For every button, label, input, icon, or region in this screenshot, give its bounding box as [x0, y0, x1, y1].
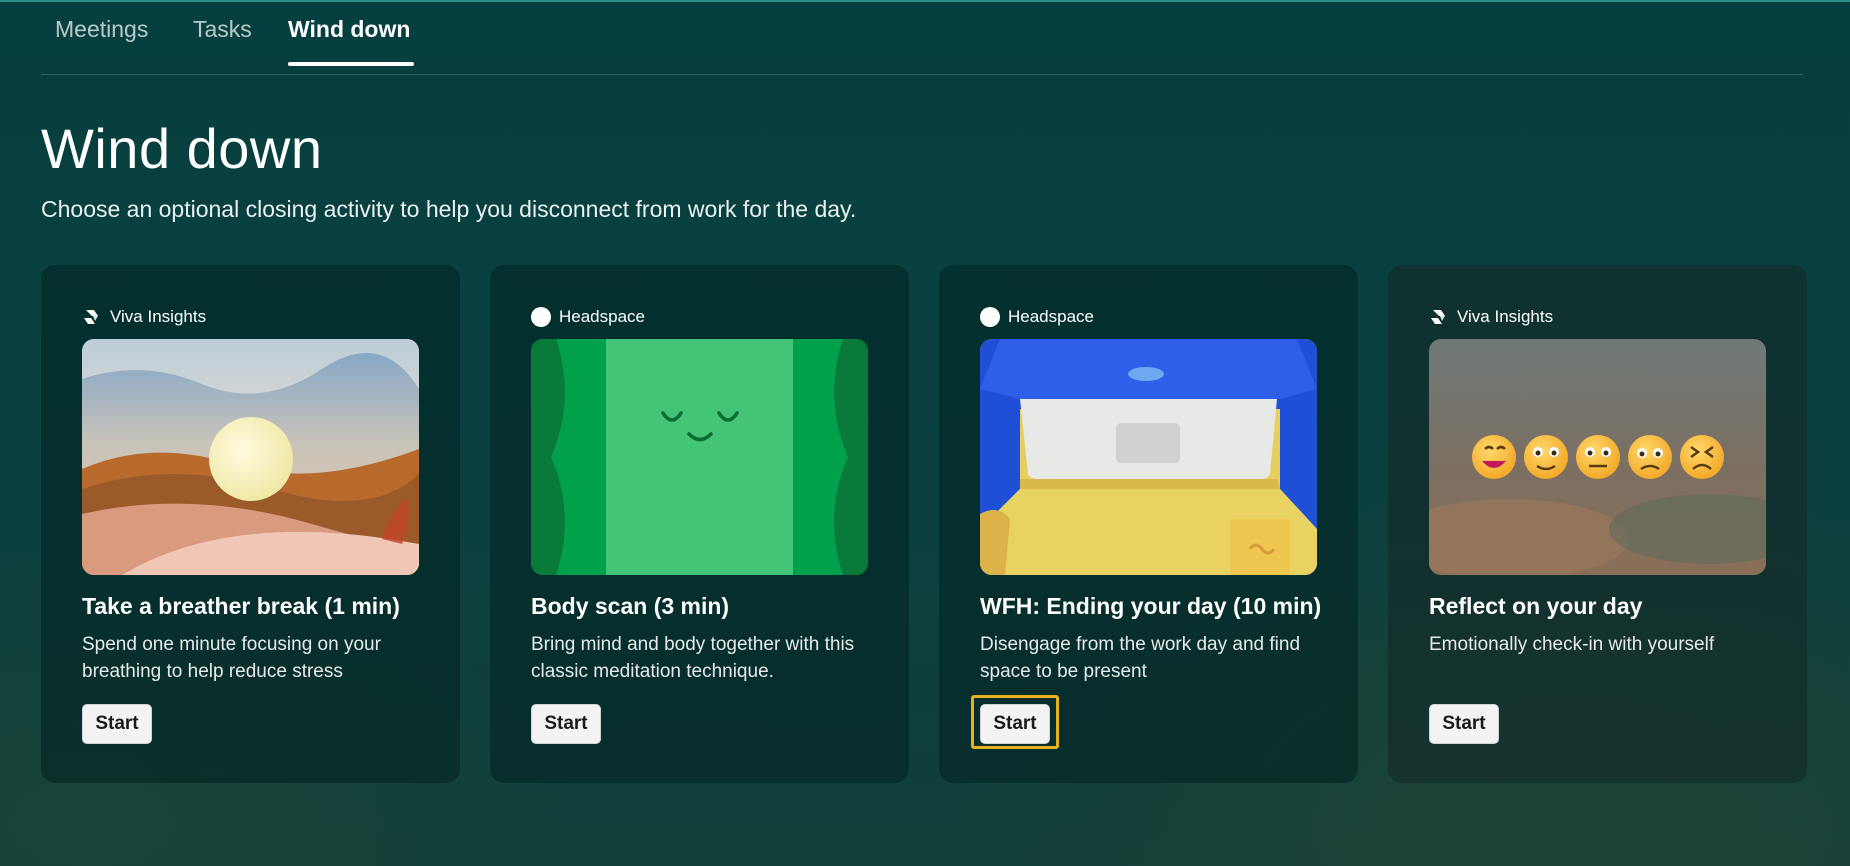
- tab-tasks[interactable]: Tasks: [193, 16, 252, 56]
- smiling-character-illustration: [531, 339, 868, 575]
- provider-label: Viva Insights: [82, 305, 206, 329]
- tab-bar: Meetings Tasks Wind down: [41, 0, 1803, 75]
- start-button[interactable]: Start: [531, 704, 601, 744]
- activity-card-body-scan: Headspace Body scan (3 min) Bring mind a…: [490, 265, 909, 783]
- card-description: Bring mind and body together with this c…: [531, 634, 855, 682]
- selected-tab-indicator: [288, 62, 414, 66]
- tab-meetings[interactable]: Meetings: [55, 16, 148, 56]
- start-button[interactable]: Start: [980, 704, 1050, 744]
- card-title: Take a breather break (1 min): [82, 593, 400, 619]
- tab-wind-down[interactable]: Wind down: [288, 16, 410, 56]
- card-title: Body scan (3 min): [531, 593, 730, 619]
- desert-sunset-illustration: [82, 339, 419, 575]
- card-description: Emotionally check-in with yourself: [1429, 634, 1715, 655]
- provider-name: Headspace: [1008, 307, 1095, 326]
- start-button[interactable]: Start: [1429, 704, 1499, 744]
- activity-card-breather: Viva Insights Take a breather break (1 m…: [41, 265, 460, 783]
- provider-name: Headspace: [559, 307, 646, 326]
- card-title: WFH: Ending your day (10 min): [980, 593, 1322, 619]
- page-subtitle: Choose an optional closing activity to h…: [41, 196, 857, 222]
- provider-label: Headspace: [980, 305, 1094, 329]
- page-title: Wind down: [41, 117, 323, 180]
- viva-insights-icon: [82, 307, 102, 327]
- start-button[interactable]: Start: [82, 704, 152, 744]
- provider-name: Viva Insights: [110, 307, 207, 326]
- headspace-icon: [531, 307, 551, 327]
- laptop-closing-illustration: [980, 339, 1317, 575]
- card-title: Reflect on your day: [1429, 593, 1643, 619]
- activity-card-ending-your-day: Headspace WFH: Ending your day (10 min) …: [939, 265, 1358, 783]
- headspace-icon: [980, 307, 1000, 327]
- card-description: Spend one minute focusing on your breath…: [82, 634, 381, 682]
- provider-name: Viva Insights: [1457, 307, 1554, 326]
- viva-insights-icon: [1429, 307, 1449, 327]
- provider-label: Headspace: [531, 305, 645, 329]
- activity-card-reflect: Viva Insights Reflect on your day Emotio…: [1388, 265, 1807, 783]
- emoji-mood-illustration: [1429, 339, 1766, 575]
- provider-label: Viva Insights: [1429, 305, 1553, 329]
- card-description: Disengage from the work day and find spa…: [980, 634, 1301, 682]
